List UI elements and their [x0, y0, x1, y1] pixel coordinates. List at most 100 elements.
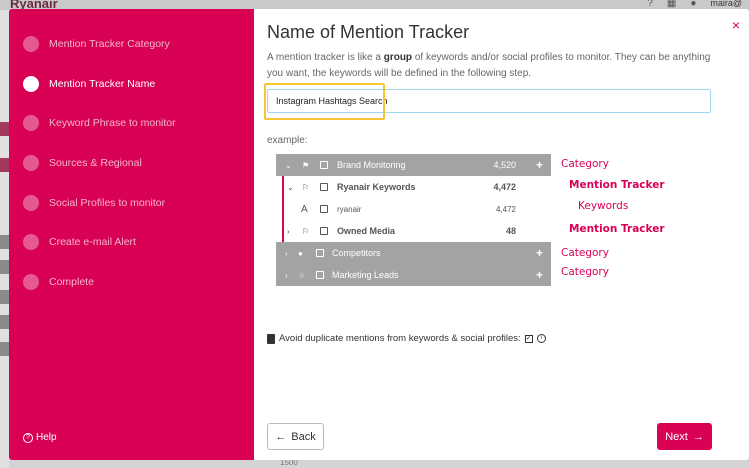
chevron-down-icon: ⌄: [287, 182, 294, 192]
tree-row-category: › ● Competitors +: [276, 242, 551, 264]
step-dot-icon: [23, 36, 39, 52]
step-label: Social Profiles to monitor: [49, 197, 166, 209]
description: A mention tracker is like a group of key…: [267, 50, 727, 82]
background-mark: [0, 235, 9, 249]
step-mention-tracker-name[interactable]: Mention Tracker Name: [23, 74, 155, 94]
plus-icon: +: [535, 246, 543, 260]
chevron-right-icon: ›: [287, 226, 290, 236]
annotation-category: Category: [561, 266, 609, 278]
close-icon[interactable]: ×: [732, 17, 740, 33]
description-emphasis: group: [383, 52, 413, 63]
tree-row-count: 4,472: [495, 204, 516, 214]
bell-icon: ●: [690, 0, 697, 9]
avoid-duplicates-option: Avoid duplicate mentions from keywords &…: [267, 333, 546, 344]
tree-row-category: › ☆ Marketing Leads +: [276, 264, 551, 286]
step-dot-icon: [23, 76, 39, 92]
mention-tracker-modal: Mention Tracker Category Mention Tracker…: [9, 9, 749, 460]
annotation-keywords: Keywords: [578, 200, 629, 212]
plus-icon: +: [535, 158, 543, 172]
background-mark: [0, 158, 9, 172]
checkbox-icon: [320, 205, 328, 213]
flag-outline-icon: ⚐: [302, 182, 310, 192]
wizard-sidebar: Mention Tracker Category Mention Tracker…: [9, 9, 254, 460]
tree-row-label: Brand Monitoring: [337, 160, 406, 170]
tree-connector: [282, 198, 284, 220]
background-left-strip: [0, 10, 9, 468]
tree-connector: [282, 176, 284, 198]
tree-row-tracker: › ⚐ Owned Media 48: [276, 220, 551, 242]
step-label: Mention Tracker Category: [49, 38, 170, 50]
step-social-profiles[interactable]: Social Profiles to monitor: [23, 193, 165, 213]
tree-row-tracker: ⌄ ⚐ Ryanair Keywords 4,472: [276, 176, 551, 198]
step-label: Create e-mail Alert: [49, 236, 136, 248]
avoid-duplicates-label: Avoid duplicate mentions from keywords &…: [279, 333, 521, 344]
background-toolbar: ? ▦ ● maira@: [647, 0, 742, 9]
background-mark: [0, 342, 9, 356]
step-sources-regional[interactable]: Sources & Regional: [23, 153, 142, 173]
people-icon: ●: [298, 248, 303, 258]
background-mark: [0, 122, 9, 136]
annotation-mention-tracker: Mention Tracker: [569, 179, 665, 191]
background-mark: [0, 290, 9, 304]
checkbox-icon: [320, 183, 328, 191]
tree-row-category: ⌄ ⚑ Brand Monitoring 4,520 +: [276, 154, 551, 176]
chevron-down-icon: ⌄: [285, 160, 292, 170]
flag-icon: ⚑: [302, 160, 310, 170]
checkbox-icon: [320, 227, 328, 235]
step-dot-icon: [23, 274, 39, 290]
annotation-mention-tracker: Mention Tracker: [569, 223, 665, 235]
step-create-email-alert[interactable]: Create e-mail Alert: [23, 232, 136, 252]
info-icon[interactable]: i: [536, 334, 546, 343]
arrow-left-icon: ←: [275, 430, 287, 443]
example-tree: ⌄ ⚑ Brand Monitoring 4,520 + ⌄ ⚐ Ryanair…: [276, 154, 551, 286]
step-label: Mention Tracker Name: [49, 78, 156, 90]
arrow-right-icon: →: [692, 430, 704, 443]
next-button[interactable]: Next →: [657, 423, 712, 450]
tree-row-label: Competitors: [332, 248, 381, 258]
tree-row-count: 4,472: [493, 182, 516, 192]
annotation-category: Category: [561, 247, 609, 259]
wizard-content: × Name of Mention Tracker A mention trac…: [254, 9, 749, 460]
help-label: Help: [36, 432, 57, 443]
step-label: Complete: [49, 276, 94, 288]
tree-row-count: 48: [505, 226, 516, 236]
star-icon: ☆: [298, 270, 306, 280]
step-keyword-phrase[interactable]: Keyword Phrase to monitor: [23, 113, 176, 133]
plus-icon: +: [535, 268, 543, 282]
help-link[interactable]: ? Help: [23, 432, 57, 443]
checkbox-icon: [316, 249, 324, 257]
checkbox-icon: [320, 161, 328, 169]
step-mention-tracker-category[interactable]: Mention Tracker Category: [23, 34, 170, 54]
help-icon: ?: [647, 0, 653, 9]
question-circle-icon: ?: [23, 432, 33, 443]
copy-icon: [267, 333, 275, 344]
page-title: Name of Mention Tracker: [267, 22, 470, 42]
checkbox-icon: [316, 271, 324, 279]
next-button-label: Next: [665, 430, 688, 443]
keyword-type-icon: A: [301, 203, 308, 215]
back-button[interactable]: ← Back: [267, 423, 324, 450]
tree-row-keyword: A ryanair 4,472: [276, 198, 551, 220]
annotation-category: Category: [561, 158, 609, 170]
grid-icon: ▦: [666, 0, 677, 9]
tree-row-label: Marketing Leads: [332, 270, 399, 280]
avoid-duplicates-checkbox[interactable]: ✓: [524, 334, 533, 343]
background-user: maira@: [710, 0, 742, 8]
chevron-right-icon: ›: [285, 270, 288, 280]
tree-row-label: Owned Media: [337, 226, 396, 236]
step-dot-icon: [23, 234, 39, 250]
tree-row-count: 4,520: [493, 160, 516, 170]
chevron-right-icon: ›: [285, 248, 288, 258]
step-label: Keyword Phrase to monitor: [49, 117, 176, 129]
step-label: Sources & Regional: [49, 157, 142, 169]
step-dot-icon: [23, 115, 39, 131]
step-dot-icon: [23, 155, 39, 171]
tree-row-label: Ryanair Keywords: [337, 182, 416, 192]
tracker-name-input[interactable]: [267, 89, 711, 113]
example-label: example:: [267, 135, 308, 146]
flag-outline-icon: ⚐: [302, 226, 310, 236]
background-mark: [0, 315, 9, 329]
tree-row-label: ryanair: [337, 204, 362, 214]
step-complete[interactable]: Complete: [23, 272, 94, 292]
back-button-label: Back: [291, 430, 316, 443]
